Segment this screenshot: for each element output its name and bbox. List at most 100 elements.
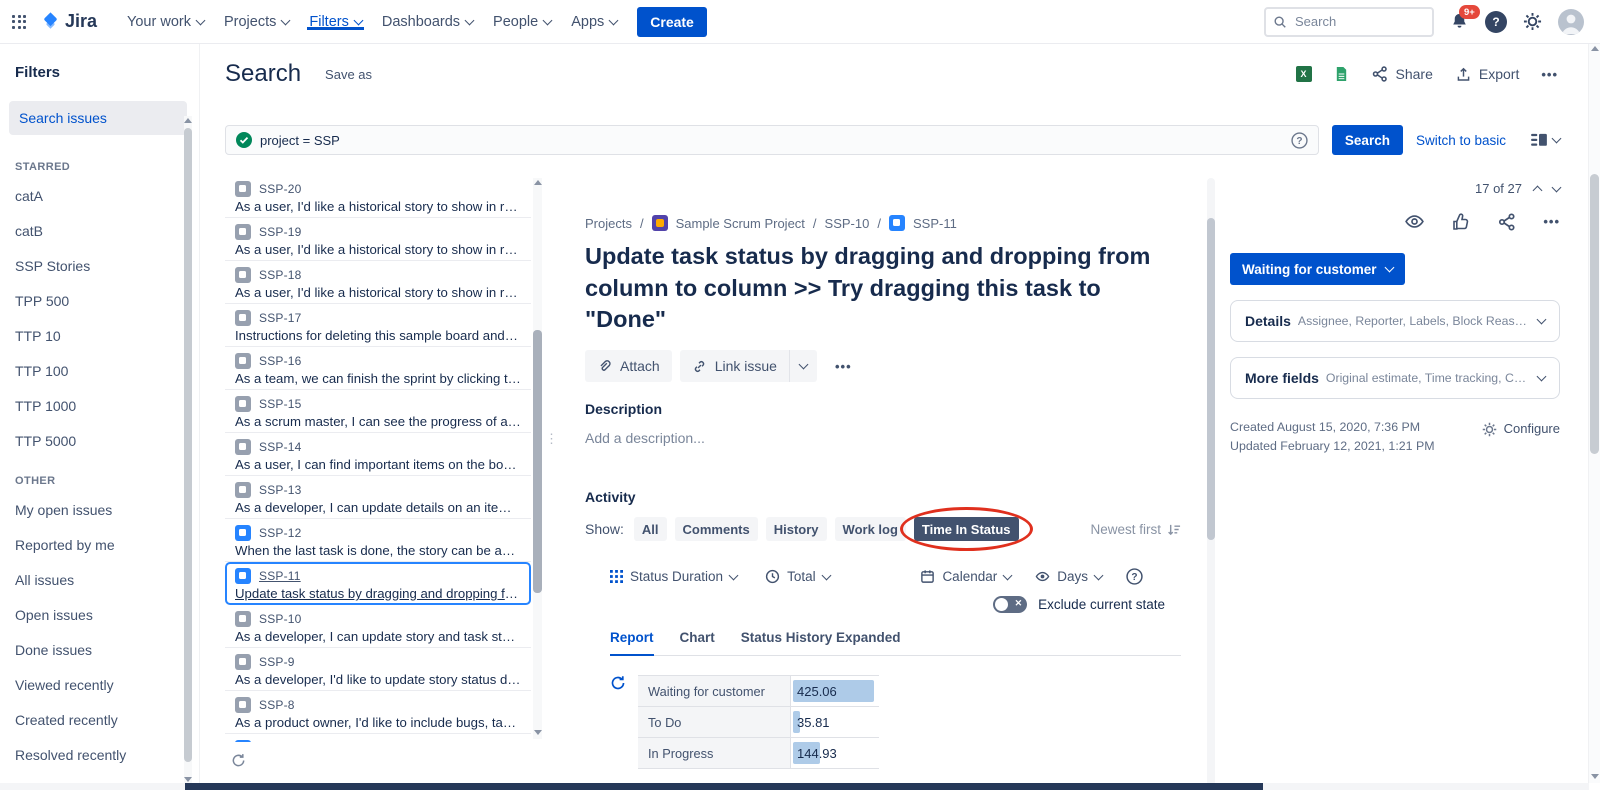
- list-item[interactable]: SSP-19 As a user, I'd like a historical …: [225, 218, 531, 261]
- scroll-up-arrow-icon[interactable]: [534, 180, 542, 185]
- sidebar-scrollbar-thumb[interactable]: [184, 128, 192, 762]
- list-item[interactable]: SSP-20 As a user, I'd like a historical …: [225, 175, 531, 218]
- list-item[interactable]: SSP-8 As a product owner, I'd like to in…: [225, 691, 531, 734]
- sidebar-item-created-recently[interactable]: Created recently: [15, 712, 199, 728]
- scroll-down-arrow-icon[interactable]: [184, 777, 192, 782]
- filter-time-in-status[interactable]: Time In Status: [914, 517, 1019, 541]
- link-issue-button[interactable]: Link issue: [680, 350, 789, 382]
- page-scrollbar-thumb[interactable]: [1590, 174, 1599, 454]
- watch-eye-icon[interactable]: [1404, 211, 1425, 232]
- switch-to-basic-link[interactable]: Switch to basic: [1416, 133, 1506, 148]
- jira-logo[interactable]: Jira: [40, 11, 97, 32]
- share-icon[interactable]: [1497, 212, 1517, 232]
- breadcrumb-project[interactable]: Sample Scrum Project: [676, 216, 805, 231]
- sidebar-item-my-open-issues[interactable]: My open issues: [15, 502, 199, 518]
- layout-view-switcher[interactable]: [1531, 133, 1560, 147]
- sidebar-item-search-issues[interactable]: Search issues: [9, 101, 187, 135]
- global-search-box[interactable]: [1264, 7, 1434, 37]
- sidebar-item-resolved-recently[interactable]: Resolved recently: [15, 747, 199, 763]
- vote-thumbs-up-icon[interactable]: [1451, 212, 1471, 232]
- detail-scrollbar-thumb[interactable]: [1207, 218, 1215, 540]
- breadcrumb-issue-key[interactable]: SSP-11: [913, 216, 957, 231]
- page-horizontal-scrollbar[interactable]: [0, 783, 1589, 790]
- issue-panel-more-button[interactable]: •••: [1543, 214, 1560, 229]
- breadcrumb-parent-issue[interactable]: SSP-10: [825, 216, 870, 231]
- list-item[interactable]: SSP-10 As a developer, I can update stor…: [225, 605, 531, 648]
- user-avatar[interactable]: [1558, 9, 1584, 35]
- sidebar-item-ttp-10[interactable]: TTP 10: [15, 328, 199, 344]
- nav-apps[interactable]: Apps: [571, 14, 617, 30]
- nav-people[interactable]: People: [493, 14, 551, 30]
- sidebar-item-open-issues[interactable]: Open issues: [15, 607, 199, 623]
- sidebar-item-ttp-100[interactable]: TTP 100: [15, 363, 199, 379]
- search-submit-button[interactable]: Search: [1332, 125, 1403, 155]
- help-button[interactable]: ?: [1485, 11, 1507, 33]
- exclude-current-state-toggle[interactable]: ✕: [993, 596, 1027, 613]
- scroll-up-arrow-icon[interactable]: [1591, 46, 1599, 51]
- list-refresh-icon[interactable]: [231, 753, 531, 768]
- sidebar-item-ttp-1000[interactable]: TTP 1000: [15, 398, 199, 414]
- sheets-export-icon[interactable]: [1334, 66, 1349, 82]
- issue-list-scrollbar[interactable]: [533, 178, 542, 739]
- sidebar-item-viewed-recently[interactable]: Viewed recently: [15, 677, 199, 693]
- list-item[interactable]: SSP-13 As a developer, I can update deta…: [225, 476, 531, 519]
- notifications-button[interactable]: 9+: [1450, 12, 1469, 31]
- link-issue-dropdown[interactable]: [789, 350, 817, 382]
- jql-query-input[interactable]: project = SSP ?: [225, 125, 1319, 155]
- list-item[interactable]: SSP-9 As a developer, I'd like to update…: [225, 648, 531, 691]
- nav-projects[interactable]: Projects: [224, 14, 289, 30]
- nav-your-work[interactable]: Your work: [127, 14, 204, 30]
- create-button[interactable]: Create: [637, 7, 707, 37]
- panel-resize-handle[interactable]: ⋮: [545, 434, 558, 443]
- settings-gear-icon[interactable]: [1523, 12, 1542, 31]
- filter-history[interactable]: History: [766, 517, 827, 541]
- sidebar-item-tpp-500[interactable]: TPP 500: [15, 293, 199, 309]
- list-item[interactable]: SSP-15 As a scrum master, I can see the …: [225, 390, 531, 433]
- sort-order-button[interactable]: Newest first: [1090, 522, 1181, 537]
- calendar-dropdown[interactable]: Calendar: [920, 569, 1011, 584]
- details-card[interactable]: Details Assignee, Reporter, Labels, Bloc…: [1230, 300, 1560, 342]
- issue-list-scrollbar-thumb[interactable]: [533, 330, 542, 593]
- issue-more-button[interactable]: •••: [825, 350, 862, 382]
- sidebar-scrollbar[interactable]: [184, 116, 192, 786]
- query-help-icon[interactable]: ?: [1291, 132, 1308, 149]
- scroll-down-arrow-icon[interactable]: [1591, 774, 1599, 779]
- more-fields-card[interactable]: More fields Original estimate, Time trac…: [1230, 357, 1560, 399]
- configure-button[interactable]: Configure: [1482, 419, 1560, 439]
- tab-status-history-expanded[interactable]: Status History Expanded: [741, 630, 901, 655]
- list-item-partial[interactable]: [225, 734, 531, 742]
- days-unit-dropdown[interactable]: Days: [1035, 569, 1102, 584]
- sidebar-item-all-issues[interactable]: All issues: [15, 572, 199, 588]
- filter-all[interactable]: All: [634, 517, 667, 541]
- status-duration-dropdown[interactable]: Status Duration: [610, 569, 737, 584]
- excel-export-icon[interactable]: X: [1296, 66, 1312, 82]
- total-dropdown[interactable]: Total: [765, 569, 830, 584]
- scroll-down-arrow-icon[interactable]: [534, 730, 542, 735]
- page-vertical-scrollbar[interactable]: [1588, 44, 1600, 783]
- filter-comments[interactable]: Comments: [675, 517, 758, 541]
- nav-filters[interactable]: Filters: [309, 14, 361, 30]
- list-item[interactable]: SSP-17 Instructions for deleting this sa…: [225, 304, 531, 347]
- list-item[interactable]: SSP-16 As a team, we can finish the spri…: [225, 347, 531, 390]
- nav-dashboards[interactable]: Dashboards: [382, 14, 473, 30]
- detail-panel-scrollbar[interactable]: [1207, 178, 1215, 786]
- list-item[interactable]: SSP-12 When the last task is done, the s…: [225, 519, 531, 562]
- list-item-selected[interactable]: SSP-11 Update task status by dragging an…: [225, 562, 531, 605]
- breadcrumb-projects[interactable]: Projects: [585, 216, 632, 231]
- sidebar-item-ssp-stories[interactable]: SSP Stories: [15, 258, 199, 274]
- sidebar-item-reported-by-me[interactable]: Reported by me: [15, 537, 199, 553]
- list-item[interactable]: SSP-18 As a user, I'd like a historical …: [225, 261, 531, 304]
- global-search-input[interactable]: [1293, 13, 1425, 30]
- status-dropdown-button[interactable]: Waiting for customer: [1230, 253, 1405, 285]
- horizontal-scrollbar-thumb[interactable]: [185, 783, 1263, 790]
- app-switcher-icon[interactable]: [12, 15, 26, 29]
- tab-chart[interactable]: Chart: [680, 630, 715, 655]
- save-as-link[interactable]: Save as: [325, 67, 372, 82]
- report-refresh-icon[interactable]: [610, 675, 626, 691]
- next-issue-icon[interactable]: [1552, 182, 1562, 192]
- list-item[interactable]: SSP-14 As a user, I can find important i…: [225, 433, 531, 476]
- tis-help-icon[interactable]: ?: [1126, 568, 1143, 585]
- sidebar-item-done-issues[interactable]: Done issues: [15, 642, 199, 658]
- header-more-button[interactable]: •••: [1541, 67, 1558, 82]
- attach-button[interactable]: Attach: [585, 350, 672, 382]
